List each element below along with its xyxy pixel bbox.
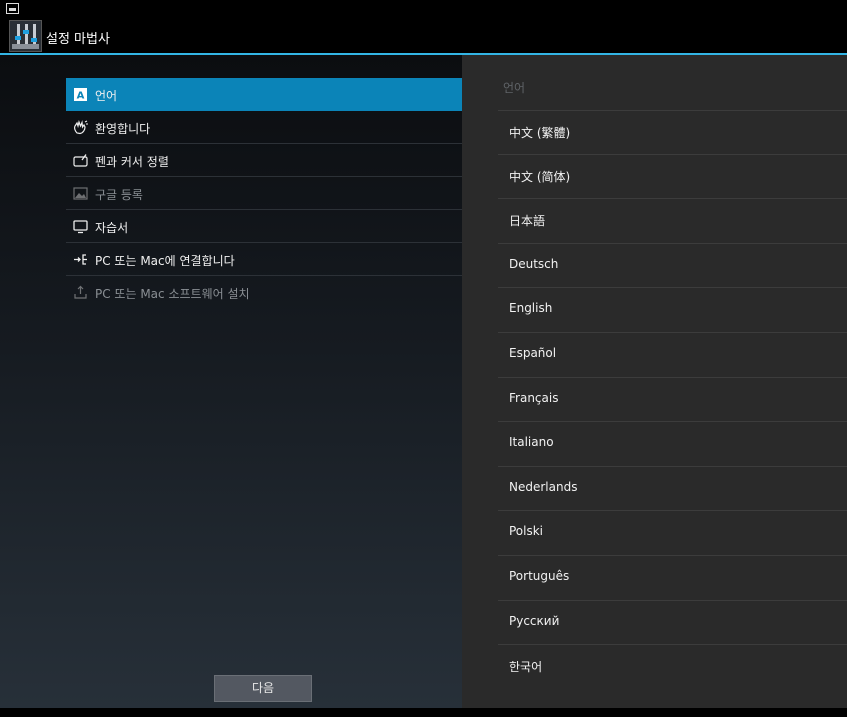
language-label: Polski <box>509 524 544 539</box>
menu-item-label: 구글 등록 <box>95 188 143 202</box>
language-panel-header: 언어 <box>503 81 526 95</box>
language-option-pt[interactable]: Português <box>498 556 847 601</box>
language-option-ko[interactable]: 한국어 <box>498 645 847 690</box>
language-label: 中文 (繁體) <box>509 126 571 140</box>
language-option-ru[interactable]: Русский <box>498 601 847 646</box>
menu-item-label: PC 또는 Mac 소프트웨어 설치 <box>95 287 250 301</box>
language-option-en[interactable]: English <box>498 288 847 333</box>
menu-item-language[interactable]: A 언어 <box>66 78 462 111</box>
language-label: 中文 (简体) <box>509 169 571 184</box>
language-option-pl[interactable]: Polski <box>498 511 847 556</box>
language-label: Русский <box>509 613 560 628</box>
language-label: Deutsch <box>509 256 559 271</box>
language-option-it[interactable]: Italiano <box>498 422 847 467</box>
language-option-ja[interactable]: 日本語 <box>498 199 847 244</box>
language-label: Italiano <box>509 435 554 450</box>
menu-item-label: 언어 <box>95 89 118 103</box>
next-button[interactable]: 다음 <box>214 675 312 702</box>
menu-item-welcome[interactable]: 환영합니다 <box>66 111 462 144</box>
menu-item-label: 자습서 <box>95 221 129 235</box>
language-option-fr[interactable]: Français <box>498 378 847 423</box>
letter-a-icon: A <box>74 88 87 102</box>
language-label: English <box>509 301 553 316</box>
menu-item-tutorial[interactable]: 자습서 <box>66 210 462 243</box>
setup-wizard-app-icon <box>9 20 42 52</box>
picture-icon <box>73 187 88 200</box>
language-label: Français <box>509 390 559 405</box>
main-content: A 언어 환영합니다 펜과 커서 정렬 구글 등록 자습서 PC 또는 Mac에… <box>0 55 847 708</box>
language-label: 한국어 <box>509 660 543 675</box>
monitor-icon <box>73 220 88 234</box>
status-bar <box>0 0 847 18</box>
language-panel: 언어 中文 (繁體) 中文 (简体) 日本語 Deutsch English E… <box>462 55 847 708</box>
menu-item-label: 펜과 커서 정렬 <box>95 155 169 169</box>
pen-tablet-icon <box>73 154 88 167</box>
menu-item-pen-cursor-align[interactable]: 펜과 커서 정렬 <box>66 144 462 177</box>
language-label: 日本語 <box>509 214 546 229</box>
language-label: Nederlands <box>509 479 578 494</box>
action-bar: 설정 마법사 <box>0 18 847 53</box>
menu-item-google-register: 구글 등록 <box>66 177 462 210</box>
svg-text:A: A <box>77 91 85 102</box>
gallery-notification-icon <box>6 3 19 14</box>
install-icon <box>74 285 87 299</box>
waving-hand-icon <box>74 120 88 135</box>
usb-connect-icon <box>74 254 87 265</box>
language-label: Español <box>509 345 557 360</box>
language-option-es[interactable]: Español <box>498 333 847 378</box>
language-list: 中文 (繁體) 中文 (简体) 日本語 Deutsch English Espa… <box>498 110 847 690</box>
menu-item-connect-pc-mac[interactable]: PC 또는 Mac에 연결합니다 <box>66 243 462 276</box>
language-label: Português <box>509 568 570 583</box>
language-option-zh-hant[interactable]: 中文 (繁體) <box>498 110 847 155</box>
app-title: 설정 마법사 <box>46 32 110 47</box>
menu-item-install-software: PC 또는 Mac 소프트웨어 설치 <box>66 276 462 309</box>
language-option-de[interactable]: Deutsch <box>498 244 847 289</box>
navigation-bar <box>0 708 847 717</box>
menu-item-label: 환영합니다 <box>95 122 151 136</box>
language-option-nl[interactable]: Nederlands <box>498 467 847 512</box>
wizard-steps-menu: A 언어 환영합니다 펜과 커서 정렬 구글 등록 자습서 PC 또는 Mac에… <box>66 78 462 309</box>
menu-item-label: PC 또는 Mac에 연결합니다 <box>95 254 235 268</box>
language-option-zh-hans[interactable]: 中文 (简体) <box>498 155 847 200</box>
